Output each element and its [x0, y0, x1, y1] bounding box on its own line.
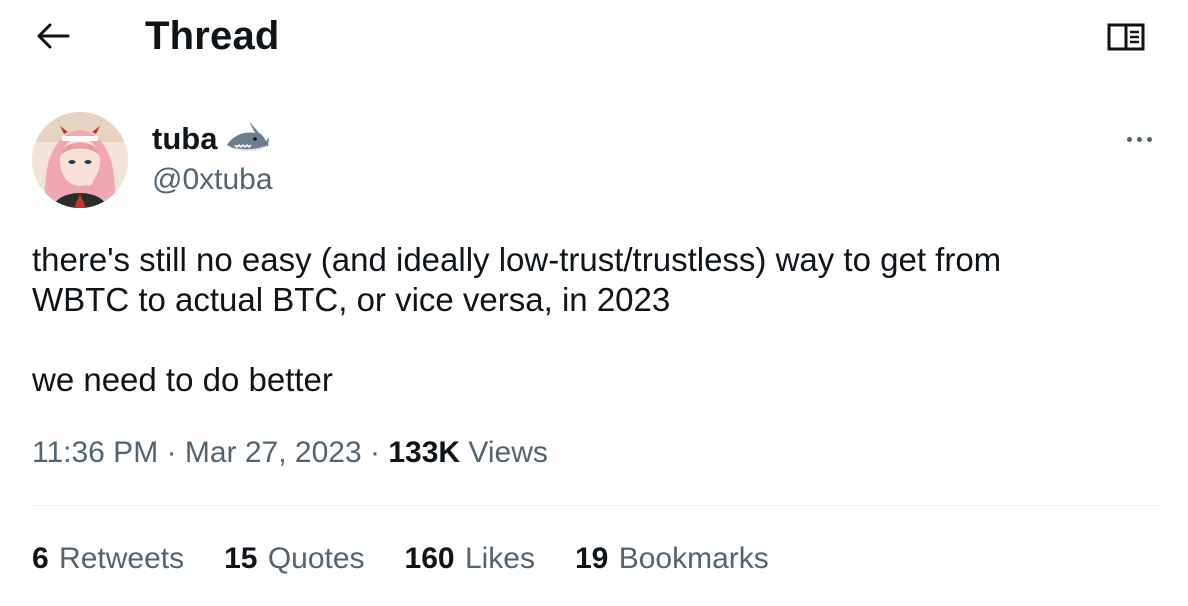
retweets-count: 6: [32, 542, 49, 575]
engagement-stats: 6 Retweets 15 Quotes 160 Likes 19 Bookma…: [32, 539, 809, 579]
retweets-stat[interactable]: 6 Retweets: [32, 539, 184, 579]
tweet-time: 11:36 PM: [32, 436, 159, 469]
quotes-stat[interactable]: 15 Quotes: [224, 539, 364, 579]
tweet-text: there's still no easy (and ideally low-t…: [32, 240, 1152, 400]
author-handle[interactable]: @0xtuba: [152, 162, 273, 198]
retweets-label: Retweets: [59, 542, 185, 575]
tweet-time-link[interactable]: 11:36 PM · Mar 27, 2023: [32, 436, 362, 469]
reader-mode-button[interactable]: [1104, 17, 1148, 57]
page-title: Thread: [145, 14, 280, 58]
quotes-count: 15: [224, 542, 258, 575]
tweet-date: Mar 27, 2023: [184, 436, 362, 469]
more-dots-icon: [1136, 136, 1142, 142]
author-name-row: tuba: [152, 119, 270, 159]
top-bar: Thread: [0, 0, 1188, 80]
more-dots-icon: [1126, 136, 1132, 142]
tweet-metadata: 11:36 PM · Mar 27, 2023 · 133K Views: [32, 433, 548, 473]
open-book-icon: [1107, 23, 1145, 51]
more-dots-icon: [1146, 136, 1152, 142]
likes-stat[interactable]: 160 Likes: [405, 539, 535, 579]
tweet-text-line: there's still no easy (and ideally low-t…: [32, 241, 1002, 278]
profile-picture: [32, 112, 128, 208]
separator: ·: [166, 436, 177, 469]
back-button[interactable]: [30, 18, 76, 54]
shark-icon: [225, 119, 270, 159]
bookmarks-count: 19: [575, 542, 609, 575]
views-count: 133K: [388, 436, 461, 469]
separator: ·: [370, 436, 380, 469]
views-label: Views: [468, 436, 548, 469]
tweet-text-line: we need to do better: [32, 361, 333, 398]
more-options-button[interactable]: [1116, 124, 1162, 154]
quotes-label: Quotes: [267, 542, 365, 575]
author-display-name[interactable]: tuba: [152, 120, 217, 158]
bookmarks-label: Bookmarks: [618, 542, 769, 575]
views-link[interactable]: 133K Views: [388, 436, 548, 469]
arrow-left-icon: [37, 23, 70, 49]
divider: [32, 505, 1162, 506]
likes-count: 160: [404, 542, 455, 575]
avatar[interactable]: [32, 112, 128, 208]
likes-label: Likes: [464, 542, 535, 575]
bookmarks-stat[interactable]: 19 Bookmarks: [575, 539, 769, 579]
tweet-text-line: WBTC to actual BTC, or vice versa, in 20…: [32, 281, 671, 318]
